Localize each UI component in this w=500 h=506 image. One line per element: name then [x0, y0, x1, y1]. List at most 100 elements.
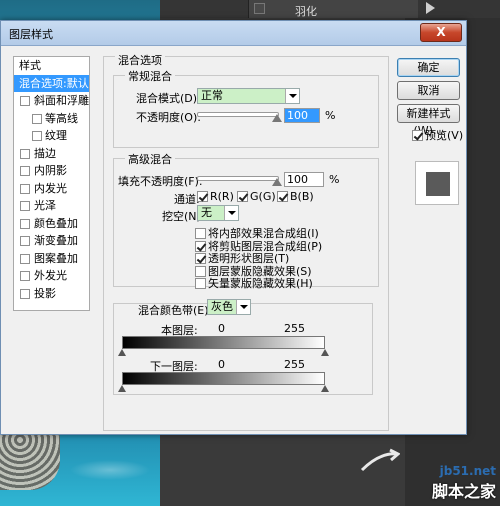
- checkbox-checked-icon: [197, 191, 208, 202]
- this-layer-black-stop[interactable]: [118, 349, 126, 356]
- blend-mode-select[interactable]: 正常: [197, 88, 300, 104]
- styles-list-item-label: 混合选项:默认: [19, 76, 89, 90]
- style-checkbox[interactable]: [20, 166, 30, 176]
- style-checkbox[interactable]: [20, 271, 30, 281]
- styles-list-item[interactable]: 颜色叠加: [14, 215, 89, 233]
- checkbox-checked-icon: [412, 130, 423, 141]
- channel-b-label: B(B): [290, 190, 314, 203]
- styles-list-item-label: 颜色叠加: [34, 216, 78, 230]
- blend-if-select[interactable]: 灰色: [207, 299, 251, 315]
- styles-list-item[interactable]: 内发光: [14, 180, 89, 198]
- advanced-option-checkbox[interactable]: 矢量蒙版隐藏效果(H): [195, 275, 313, 291]
- general-blending-title: 常规混合: [125, 68, 175, 84]
- feather-label: 羽化: [295, 5, 317, 18]
- channel-g-checkbox[interactable]: G(G): [237, 190, 276, 203]
- styles-list-item-label: 等高线: [45, 111, 78, 125]
- styles-list-item[interactable]: 内阴影: [14, 162, 89, 180]
- blend-mode-label: 混合模式(D):: [136, 92, 201, 105]
- close-button[interactable]: X: [420, 23, 462, 42]
- styles-list-items: 斜面和浮雕等高线纹理描边内阴影内发光光泽颜色叠加渐变叠加 图案叠加外发光投影: [14, 92, 89, 302]
- ok-button[interactable]: 确定: [397, 58, 460, 77]
- style-checkbox[interactable]: [32, 113, 42, 124]
- styles-list-item[interactable]: 外发光: [14, 267, 89, 285]
- watermark-url: jb51.net: [439, 464, 496, 478]
- styles-list-item-label: 斜面和浮雕: [34, 94, 89, 107]
- checkbox-checked-icon: [277, 191, 288, 202]
- styles-list-item[interactable]: 等高线: [14, 110, 89, 128]
- play-icon[interactable]: [426, 2, 435, 14]
- advanced-option-label: 矢量蒙版隐藏效果(H): [208, 277, 313, 290]
- style-checkbox[interactable]: [20, 183, 30, 194]
- style-checkbox[interactable]: [20, 201, 30, 211]
- fill-opacity-label: 填充不透明度(F):: [118, 175, 203, 188]
- this-layer-white-stop[interactable]: [321, 349, 329, 356]
- styles-list-item-label: 外发光: [34, 269, 67, 282]
- underlying-layer-max: 255: [284, 358, 305, 371]
- styles-list-item-label: 描边: [34, 146, 56, 160]
- blend-mode-value: 正常: [201, 89, 223, 102]
- styles-list-header[interactable]: 样式: [14, 57, 89, 75]
- style-checkbox[interactable]: [20, 148, 30, 159]
- preview-checkbox[interactable]: 预览(V): [412, 127, 463, 143]
- this-layer-min: 0: [218, 322, 225, 335]
- styles-list-item-blending-options[interactable]: 混合选项:默认: [14, 74, 89, 92]
- styles-list-item-label: 图案叠加: [34, 251, 78, 265]
- channel-r-checkbox[interactable]: R(R): [197, 190, 234, 203]
- style-checkbox[interactable]: [32, 131, 42, 141]
- options-bar-panel: [248, 0, 418, 18]
- style-checkbox[interactable]: [20, 253, 30, 264]
- opacity-slider-track[interactable]: [197, 112, 279, 117]
- styles-list-item[interactable]: 渐变叠加: [14, 232, 89, 250]
- styles-list-item[interactable]: 描边: [14, 145, 89, 163]
- fill-opacity-unit: %: [329, 173, 340, 186]
- styles-list-item[interactable]: 投影: [14, 285, 89, 303]
- style-preview: [415, 161, 459, 205]
- checkbox-checked-icon: [237, 191, 248, 202]
- channels-label: 通道:: [174, 193, 200, 206]
- styles-list-item-label: 内发光: [34, 181, 67, 195]
- underlying-layer-min: 0: [218, 358, 225, 371]
- watermark: jb51.net 脚本之家: [432, 464, 496, 502]
- dialog-titlebar[interactable]: 图层样式 X: [1, 21, 466, 46]
- chevron-down-icon: [236, 300, 250, 314]
- underlying-layer-black-stop[interactable]: [118, 385, 126, 392]
- style-preview-swatch: [426, 172, 450, 196]
- cancel-button[interactable]: 取消: [397, 81, 460, 100]
- styles-list-item-label: 光泽: [34, 199, 56, 212]
- styles-list-item-label: 投影: [34, 286, 56, 300]
- styles-list-item[interactable]: 光泽: [14, 197, 89, 215]
- styles-list: 样式 混合选项:默认 斜面和浮雕等高线纹理描边内阴影内发光光泽颜色叠加渐变叠加图…: [13, 56, 90, 311]
- fill-opacity-input[interactable]: 100: [284, 172, 324, 187]
- close-icon: X: [436, 25, 446, 39]
- style-checkbox[interactable]: [20, 96, 30, 106]
- fill-opacity-slider-track[interactable]: [197, 176, 279, 181]
- styles-list-header-label: 样式: [19, 59, 41, 72]
- blending-options-title: 混合选项: [115, 52, 165, 68]
- style-checkbox[interactable]: [20, 288, 30, 299]
- checkbox-icon: [195, 278, 206, 289]
- opacity-slider-thumb[interactable]: [272, 114, 282, 122]
- styles-list-item[interactable]: 图案叠加: [14, 250, 89, 268]
- dialog-title: 图层样式: [9, 28, 53, 41]
- styles-list-item[interactable]: 纹理: [14, 127, 89, 145]
- channel-r-label: R(R): [210, 190, 234, 203]
- knockout-select[interactable]: 无: [197, 205, 239, 221]
- new-style-button[interactable]: 新建样式(W)...: [397, 104, 460, 137]
- knockout-value: 无: [201, 206, 212, 219]
- underlying-layer-white-stop[interactable]: [321, 385, 329, 392]
- style-checkbox[interactable]: [20, 236, 30, 246]
- styles-list-item-label: 纹理: [45, 129, 67, 142]
- channel-b-checkbox[interactable]: B(B): [277, 190, 314, 203]
- styles-list-item-label: 内阴影: [34, 164, 67, 177]
- feather-checkbox[interactable]: [254, 3, 265, 14]
- fill-opacity-slider-thumb[interactable]: [272, 178, 282, 186]
- blend-if-label: 混合颜色带(E):: [138, 304, 213, 317]
- preview-label: 预览(V): [425, 129, 464, 142]
- opacity-input[interactable]: 100: [284, 108, 320, 123]
- styles-list-item[interactable]: 斜面和浮雕: [14, 92, 89, 110]
- style-checkbox[interactable]: [20, 218, 30, 229]
- this-layer-max: 255: [284, 322, 305, 335]
- watermark-name: 脚本之家: [431, 482, 496, 501]
- channel-g-label: G(G): [250, 190, 276, 203]
- layer-style-dialog: 图层样式 X 样式 混合选项:默认 斜面和浮雕等高线纹理描边内阴影内发光光泽颜色…: [0, 20, 467, 435]
